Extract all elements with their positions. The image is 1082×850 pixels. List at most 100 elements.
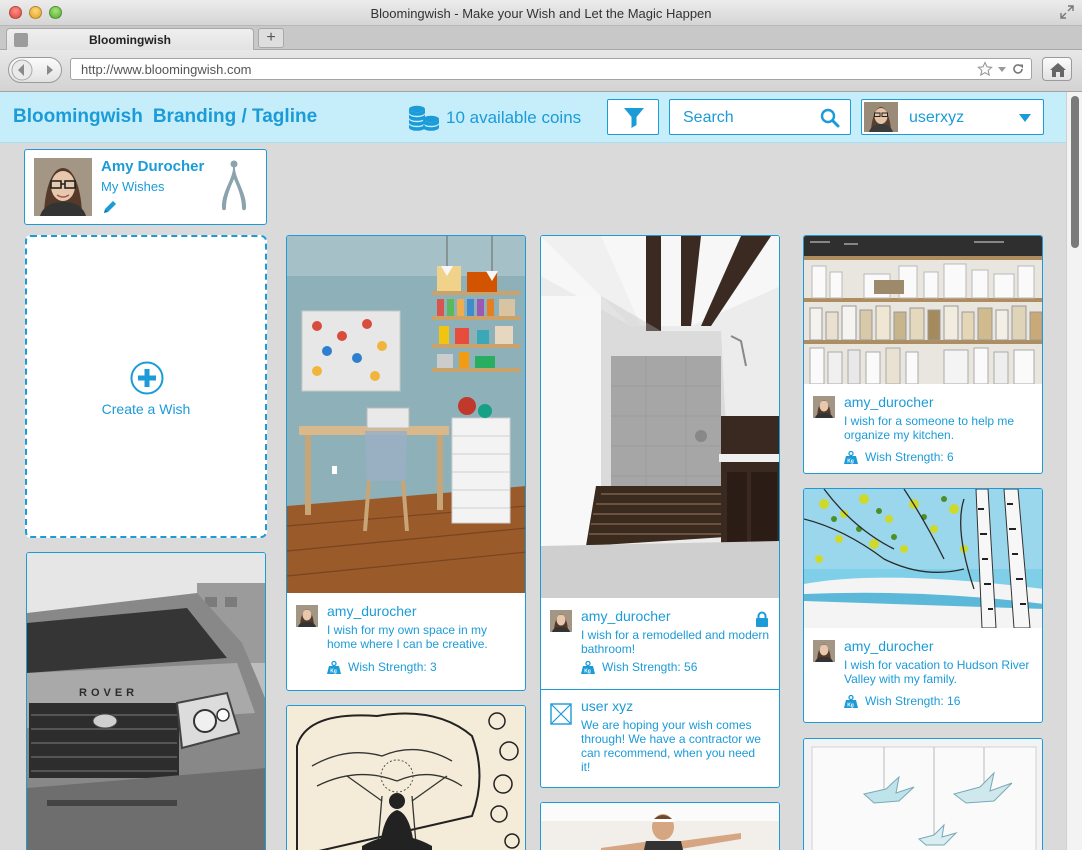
wish-author[interactable]: amy_durocher <box>581 608 671 624</box>
wish-strength: Kg Wish Strength: 3 <box>327 660 437 674</box>
wish-strength-value: Wish Strength: 6 <box>865 450 954 464</box>
wish-photo-car[interactable]: ROVER <box>27 553 266 850</box>
search-placeholder: Search <box>683 109 734 126</box>
nav-buttons <box>8 57 62 83</box>
wish-text: I wish for my own space in my home where… <box>327 623 488 651</box>
wish-photo-kitchen[interactable] <box>804 236 1043 384</box>
wish-photo-meditation[interactable] <box>287 706 526 850</box>
app-header: Bloomingwish Branding / Tagline 10 availa… <box>0 92 1066 143</box>
search-icon[interactable] <box>820 108 840 128</box>
user-menu[interactable]: userxyz <box>861 99 1044 135</box>
wish-card-paper-cranes[interactable] <box>803 738 1043 850</box>
wish-strength-value: Wish Strength: 56 <box>602 660 698 674</box>
wish-strength: Kg Wish Strength: 6 <box>844 450 954 464</box>
wish-meta: amy_durocher I wish for a someone to hel… <box>804 384 1042 473</box>
comment-author[interactable]: user xyz <box>581 698 633 714</box>
author-avatar[interactable] <box>813 396 835 418</box>
filter-button[interactable] <box>607 99 659 135</box>
address-bar[interactable]: http://www.bloomingwish.com <box>70 58 1032 80</box>
create-wish-card[interactable]: Create a Wish <box>25 235 267 538</box>
wish-text: I wish for a someone to help me organize… <box>844 414 1015 442</box>
user-avatar <box>864 102 898 132</box>
wish-comment: user xyz We are hoping your wish comes t… <box>541 689 779 787</box>
wishbone-icon <box>221 160 247 211</box>
wish-card-hudson-valley[interactable]: amy_durocher I wish for vacation to Huds… <box>803 488 1043 723</box>
plus-icon[interactable] <box>130 361 164 395</box>
url-text: http://www.bloomingwish.com <box>81 62 252 77</box>
tab-bar: Bloomingwish + <box>0 26 1082 50</box>
browser-tab[interactable]: Bloomingwish <box>6 28 254 50</box>
new-tab-button[interactable]: + <box>258 28 284 48</box>
svg-text:Kg: Kg <box>330 668 337 673</box>
kg-weight-icon: Kg <box>844 450 858 464</box>
wish-strength-value: Wish Strength: 16 <box>865 694 961 708</box>
reload-icon[interactable] <box>1011 61 1025 77</box>
wish-text: I wish for vacation to Hudson River Vall… <box>844 658 1030 686</box>
window-title: Bloomingwish - Make your Wish and Let th… <box>370 6 712 21</box>
wish-card-meditation[interactable] <box>286 705 526 850</box>
author-avatar[interactable] <box>296 605 318 627</box>
profile-name[interactable]: Amy Durocher <box>101 158 204 175</box>
chevron-down-icon <box>1019 114 1031 122</box>
wish-photo-birch-trees[interactable] <box>804 489 1043 628</box>
wish-card-yoga[interactable] <box>540 802 780 850</box>
coins-balance[interactable]: 10 available coins <box>408 105 581 131</box>
wish-meta: amy_durocher I wish for vacation to Huds… <box>804 628 1042 722</box>
page-scrollbar[interactable] <box>1066 92 1082 850</box>
kg-weight-icon: Kg <box>581 660 595 674</box>
comment-text: We are hoping your wish comes through! W… <box>581 718 761 774</box>
wish-meta: amy_durocher I wish for my own space in … <box>287 593 525 690</box>
forward-arrow-icon[interactable] <box>39 59 61 81</box>
dropdown-icon[interactable] <box>997 61 1007 77</box>
brand-title: Bloomingwish Branding / Tagline <box>13 106 317 128</box>
lock-icon <box>756 611 768 627</box>
create-wish-label[interactable]: Create a Wish <box>27 401 265 417</box>
page-viewport: Bloomingwish Branding / Tagline 10 availa… <box>0 92 1082 850</box>
author-avatar[interactable] <box>550 610 572 632</box>
wish-author[interactable]: amy_durocher <box>327 603 417 619</box>
brand-logo-text[interactable]: Bloomingwish <box>13 106 143 127</box>
comment-avatar-icon[interactable] <box>550 703 572 725</box>
wish-card-bathroom[interactable]: amy_durocher I wish for a remodelled and… <box>540 235 780 788</box>
wish-card-car[interactable]: ROVER <box>26 552 266 850</box>
home-icon <box>1050 63 1066 77</box>
username-label: userxyz <box>909 109 965 126</box>
wish-strength-value: Wish Strength: 3 <box>348 660 437 674</box>
filter-icon <box>624 108 644 128</box>
wish-strength: Kg Wish Strength: 16 <box>844 694 960 708</box>
svg-text:Kg: Kg <box>584 668 591 673</box>
scrollbar-thumb[interactable] <box>1071 96 1079 248</box>
svg-text:Kg: Kg <box>847 458 854 463</box>
coins-icon <box>409 105 439 131</box>
wish-meta: amy_durocher I wish for a remodelled and… <box>541 598 779 688</box>
svg-text:Kg: Kg <box>847 702 854 707</box>
wish-strength: Kg Wish Strength: 56 <box>581 660 697 674</box>
wish-photo-craft-room[interactable] <box>287 236 526 593</box>
browser-toolbar: http://www.bloomingwish.com <box>0 50 1082 92</box>
edit-icon[interactable] <box>102 199 118 215</box>
wish-author[interactable]: amy_durocher <box>844 638 934 654</box>
profile-card: Amy Durocher My Wishes <box>24 149 267 225</box>
kg-weight-icon: Kg <box>327 660 341 674</box>
tab-title: Bloomingwish <box>89 33 171 47</box>
car-badge-text: ROVER <box>79 687 138 699</box>
wish-photo-bathroom[interactable] <box>541 236 780 598</box>
back-arrow-icon[interactable] <box>10 59 34 81</box>
wish-photo-yoga[interactable] <box>541 803 780 850</box>
fullscreen-icon[interactable] <box>1060 5 1074 19</box>
home-button[interactable] <box>1042 57 1072 81</box>
coins-text: 10 available coins <box>446 108 582 127</box>
wish-photo-paper-cranes[interactable] <box>804 739 1043 850</box>
my-wishes-link[interactable]: My Wishes <box>101 179 165 194</box>
wish-text: I wish for a remodelled and modern bathr… <box>581 628 770 656</box>
wish-author[interactable]: amy_durocher <box>844 394 934 410</box>
profile-avatar[interactable] <box>34 158 92 216</box>
wish-card-kitchen[interactable]: amy_durocher I wish for a someone to hel… <box>803 235 1043 474</box>
window-titlebar: Bloomingwish - Make your Wish and Let th… <box>0 0 1082 26</box>
author-avatar[interactable] <box>813 640 835 662</box>
kg-weight-icon: Kg <box>844 694 858 708</box>
star-icon[interactable] <box>977 61 993 77</box>
wish-card-craft-room[interactable]: amy_durocher I wish for my own space in … <box>286 235 526 691</box>
search-input[interactable]: Search <box>669 99 851 135</box>
brand-tagline: Branding / Tagline <box>152 106 318 127</box>
